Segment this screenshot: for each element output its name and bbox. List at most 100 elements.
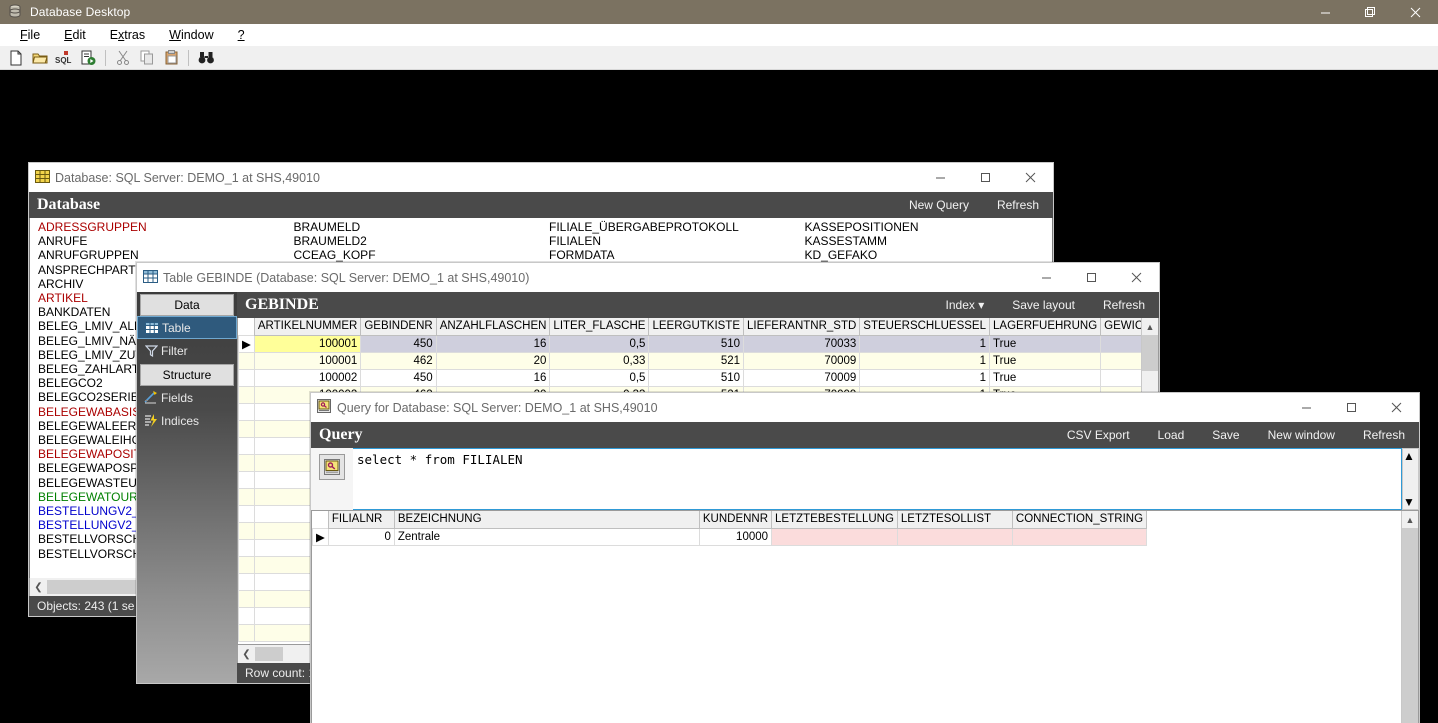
- table-maximize-button[interactable]: [1069, 266, 1114, 290]
- row-selector[interactable]: [238, 572, 255, 591]
- table-cell[interactable]: [896, 527, 1013, 546]
- database-object-item[interactable]: ADRESSGRUPPEN: [38, 220, 286, 234]
- table-cell[interactable]: 12: [1100, 334, 1141, 353]
- table-cell[interactable]: 1: [859, 351, 991, 370]
- table-cell[interactable]: [771, 527, 898, 546]
- save-layout-button[interactable]: Save layout: [998, 298, 1089, 312]
- query-close-button[interactable]: [1374, 396, 1419, 420]
- open-folder-icon[interactable]: [28, 47, 52, 69]
- column-header[interactable]: GEBINDENR: [360, 318, 437, 336]
- query-refresh-button[interactable]: Refresh: [1349, 428, 1419, 442]
- csv-export-button[interactable]: CSV Export: [1053, 428, 1144, 442]
- cut-icon[interactable]: [111, 47, 135, 69]
- menu-help[interactable]: ?: [226, 26, 257, 44]
- scroll-left-icon[interactable]: ❮: [30, 582, 47, 593]
- new-window-button[interactable]: New window: [1254, 428, 1349, 442]
- table-cell[interactable]: 0: [327, 527, 395, 546]
- menu-file[interactable]: File: [8, 26, 52, 44]
- column-header[interactable]: KUNDENNR: [698, 511, 773, 529]
- table-cell[interactable]: 2: [1100, 351, 1141, 370]
- table-minimize-button[interactable]: [1024, 266, 1069, 290]
- app-minimize-button[interactable]: [1303, 0, 1348, 24]
- column-header[interactable]: LAGERFUEHRUNG: [989, 318, 1102, 336]
- database-object-item[interactable]: FORMDATA: [549, 248, 797, 262]
- table-cell[interactable]: 20: [435, 351, 551, 370]
- row-selector[interactable]: ▶: [238, 334, 255, 353]
- scroll-thumb[interactable]: [1142, 335, 1158, 371]
- table-cell[interactable]: 510: [648, 334, 745, 353]
- table-cell[interactable]: 462: [360, 351, 437, 370]
- scroll-up-icon[interactable]: ▲: [1142, 318, 1158, 335]
- sidebar-item-fields[interactable]: Fields: [137, 386, 237, 409]
- new-query-button[interactable]: New Query: [895, 198, 983, 212]
- filialen-result-grid[interactable]: FILIALNR BEZEICHNUNG KUNDENNR LETZTEBESTELL…: [312, 511, 1148, 546]
- table-row[interactable]: 100002450160,5510700091True12False: [238, 368, 1141, 387]
- load-button[interactable]: Load: [1144, 428, 1199, 442]
- column-header[interactable]: LETZTESOLLIST: [896, 511, 1013, 529]
- table-cell[interactable]: 1: [859, 334, 991, 353]
- row-selector[interactable]: [238, 436, 255, 455]
- new-file-icon[interactable]: [4, 47, 28, 69]
- database-object-item[interactable]: ANRUFGRUPPEN: [38, 248, 286, 262]
- column-header[interactable]: GEWICHTKG: [1100, 318, 1141, 336]
- sidebar-item-indices[interactable]: Indices: [137, 409, 237, 432]
- table-refresh-button[interactable]: Refresh: [1089, 298, 1159, 312]
- row-selector[interactable]: [238, 453, 255, 472]
- database-object-item[interactable]: KD_GEFAKO: [805, 248, 1053, 262]
- table-cell[interactable]: True: [989, 351, 1102, 370]
- scroll-down-icon[interactable]: ▼: [1403, 495, 1418, 509]
- paste-icon[interactable]: [159, 47, 183, 69]
- column-header[interactable]: LETZTEBESTELLUNG: [771, 511, 898, 529]
- row-selector[interactable]: [238, 538, 255, 557]
- scroll-left-icon[interactable]: ❮: [238, 649, 255, 660]
- column-header[interactable]: ANZAHLFLASCHEN: [435, 318, 551, 336]
- table-cell[interactable]: [1011, 527, 1148, 546]
- sql-icon[interactable]: SQL: [52, 47, 76, 69]
- table-cell[interactable]: 1: [859, 368, 991, 387]
- database-refresh-button[interactable]: Refresh: [983, 198, 1053, 212]
- table-cell[interactable]: 16: [435, 368, 551, 387]
- table-cell[interactable]: True: [989, 368, 1102, 387]
- column-header[interactable]: STEUERSCHLUESSEL: [859, 318, 991, 336]
- save-button[interactable]: Save: [1198, 428, 1253, 442]
- database-maximize-button[interactable]: [963, 166, 1008, 190]
- table-row[interactable]: 100001462200,33521700091True2False: [238, 351, 1141, 370]
- app-maximize-button[interactable]: [1348, 0, 1393, 24]
- database-object-item[interactable]: KASSESTAMM: [805, 234, 1053, 248]
- row-selector[interactable]: [238, 589, 255, 608]
- table-cell[interactable]: 521: [648, 351, 745, 370]
- table-cell[interactable]: 70009: [743, 351, 861, 370]
- row-selector[interactable]: [238, 385, 255, 404]
- table-cell[interactable]: 10000: [698, 527, 773, 546]
- database-object-item[interactable]: ANRUFE: [38, 234, 286, 248]
- query-maximize-button[interactable]: [1329, 396, 1374, 420]
- sql-input[interactable]: [353, 448, 1402, 510]
- table-cell[interactable]: True: [989, 334, 1102, 353]
- column-header[interactable]: LIEFERANTNR_STD: [743, 318, 861, 336]
- table-cell[interactable]: 70009: [743, 368, 861, 387]
- row-selector[interactable]: [238, 402, 255, 421]
- row-selector[interactable]: [238, 504, 255, 523]
- row-selector[interactable]: [238, 606, 255, 625]
- database-object-item[interactable]: FILIALEN: [549, 234, 797, 248]
- column-header[interactable]: ARTIKELNUMMER: [253, 318, 362, 336]
- row-selector[interactable]: [238, 368, 255, 387]
- table-cell[interactable]: 100002: [253, 368, 362, 387]
- table-cell[interactable]: 100001: [253, 334, 362, 353]
- copy-icon[interactable]: [135, 47, 159, 69]
- index-dropdown[interactable]: Index ▾: [932, 298, 999, 312]
- table-cell[interactable]: 0,5: [549, 368, 650, 387]
- database-object-item[interactable]: FILIALE_ÜBERGABEPROTOKOLL: [549, 220, 797, 234]
- row-selector[interactable]: [238, 555, 255, 574]
- query-editor-vertical-scrollbar[interactable]: ▲ ▼: [1402, 448, 1419, 510]
- scroll-up-icon[interactable]: ▲: [1402, 511, 1418, 528]
- database-close-button[interactable]: [1008, 166, 1053, 190]
- row-selector[interactable]: [238, 521, 255, 540]
- database-minimize-button[interactable]: [918, 166, 963, 190]
- table-cell[interactable]: 450: [360, 334, 437, 353]
- menu-extras[interactable]: Extras: [98, 26, 157, 44]
- row-selector[interactable]: [238, 623, 255, 642]
- sidebar-group-structure[interactable]: Structure: [140, 364, 234, 386]
- sidebar-item-filter[interactable]: Filter: [137, 339, 237, 362]
- table-cell[interactable]: 70033: [743, 334, 861, 353]
